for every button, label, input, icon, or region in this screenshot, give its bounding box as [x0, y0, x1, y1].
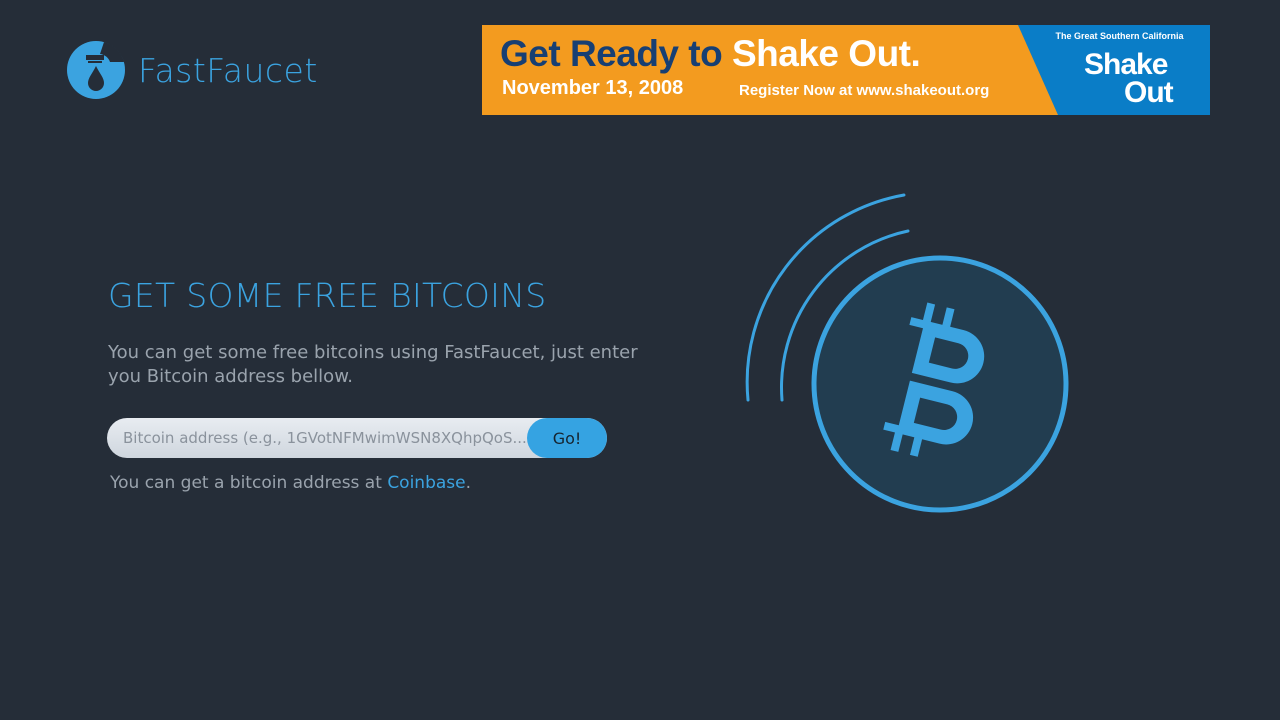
hint-prefix: You can get a bitcoin address at	[110, 473, 382, 493]
banner-brand-logo: Shake Out	[1084, 50, 1174, 109]
logo-text: FastFaucet	[138, 50, 318, 90]
shakeout-ad-banner[interactable]: Get Ready to Shake Out. November 13, 200…	[482, 25, 1210, 115]
go-button[interactable]: Go!	[527, 418, 607, 458]
banner-headline-light: Shake Out.	[732, 33, 921, 74]
banner-register-text: Register Now at www.shakeout.org	[739, 82, 990, 99]
banner-brand-out: Out	[1124, 76, 1174, 109]
banner-headline-dark: Get Ready to	[500, 33, 723, 74]
banner-headline: Get Ready to Shake Out.	[500, 33, 921, 75]
hint-suffix: .	[465, 473, 472, 493]
banner-tagline: The Great Southern California	[1055, 31, 1184, 41]
coin-circle	[811, 255, 1069, 513]
coinbase-link[interactable]: Coinbase	[387, 473, 465, 493]
logo-link[interactable]: FastFaucet	[66, 40, 318, 100]
page-title: GET SOME FREE BITCOINS	[108, 276, 547, 315]
coinbase-hint: You can get a bitcoin address at Coinbas…	[110, 473, 471, 493]
bitcoin-coin-graphic	[745, 193, 1069, 513]
banner-date: November 13, 2008	[502, 77, 684, 99]
faucet-drop-icon	[67, 41, 125, 99]
hero-description: You can get some free bitcoins using Fas…	[108, 342, 638, 387]
address-form: Go!	[107, 418, 607, 458]
bitcoin-address-input[interactable]	[107, 418, 527, 458]
